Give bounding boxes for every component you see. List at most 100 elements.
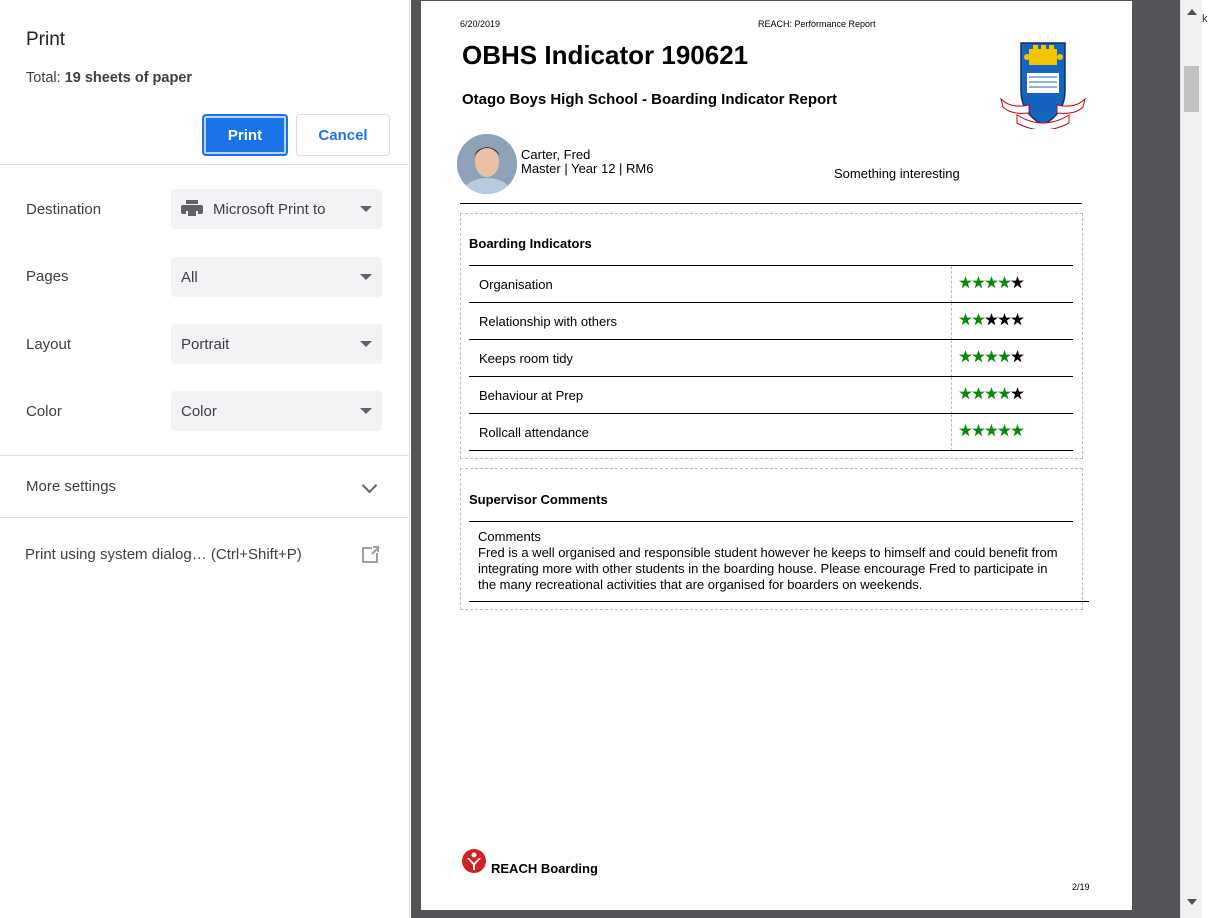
student-name: Carter, Fred	[521, 147, 591, 162]
dropdown-caret-icon	[360, 206, 372, 212]
preview-scrollbar[interactable]	[1180, 0, 1202, 918]
student-note: Something interesting	[834, 166, 960, 181]
star-filled-icon	[998, 387, 1011, 400]
print-settings-panel: Print Total: 19 sheets of paper Print Ca…	[0, 0, 410, 918]
indicator-row: Relationship with others	[469, 302, 1073, 340]
divider	[0, 517, 410, 518]
reach-logo-icon	[462, 849, 486, 873]
footer-brand: REACH Boarding	[491, 861, 598, 876]
star-filled-icon	[985, 276, 998, 289]
color-label: Color	[26, 403, 62, 420]
layout-select[interactable]: Portrait	[171, 324, 382, 364]
printer-icon	[181, 200, 203, 218]
indicator-row: Organisation	[469, 265, 1073, 303]
destination-value: Microsoft Print to	[213, 200, 326, 218]
dialog-title: Print	[26, 29, 66, 50]
star-filled-icon	[972, 387, 985, 400]
star-empty-icon	[985, 313, 998, 326]
star-empty-icon	[998, 313, 1011, 326]
comments-label: Comments	[478, 529, 541, 544]
star-rating	[959, 276, 1024, 290]
star-filled-icon	[998, 276, 1011, 289]
report-subtitle: Otago Boys High School - Boarding Indica…	[462, 91, 838, 108]
indicator-label: Behaviour at Prep	[479, 388, 584, 403]
open-external-icon[interactable]	[362, 545, 380, 563]
student-info: Master | Year 12 | RM6	[521, 161, 654, 176]
indicator-row: Keeps room tidy	[469, 339, 1073, 377]
star-filled-icon	[959, 350, 972, 363]
star-rating	[959, 387, 1024, 401]
star-filled-icon	[985, 424, 998, 437]
report-date: 6/20/2019	[460, 19, 501, 29]
star-empty-icon	[1011, 350, 1024, 363]
star-filled-icon	[959, 313, 972, 326]
school-crest-logo	[1000, 42, 1086, 129]
indicator-label: Rollcall attendance	[479, 425, 589, 440]
star-filled-icon	[985, 350, 998, 363]
indicator-label: Organisation	[479, 277, 553, 292]
color-value: Color	[181, 402, 217, 420]
total-label: Total:	[26, 70, 61, 86]
star-filled-icon	[972, 424, 985, 437]
indicator-row: Rollcall attendance	[469, 413, 1073, 451]
indicators-bottom-rule	[469, 450, 1073, 451]
star-filled-icon	[985, 387, 998, 400]
star-filled-icon	[998, 424, 1011, 437]
scroll-thumb[interactable]	[1184, 66, 1199, 112]
color-select[interactable]: Color	[171, 391, 382, 431]
star-filled-icon	[1011, 424, 1024, 437]
layout-value: Portrait	[181, 335, 230, 353]
page-number: 2/19	[1072, 882, 1090, 892]
dropdown-caret-icon	[360, 408, 372, 414]
system-dialog-link[interactable]: Print using system dialog… (Ctrl+Shift+P…	[25, 546, 302, 563]
column-separator	[951, 377, 952, 414]
star-filled-icon	[972, 313, 985, 326]
report-title: OBHS Indicator 190621	[462, 40, 749, 70]
column-separator	[951, 414, 952, 451]
column-separator	[951, 340, 952, 377]
indicator-row: Behaviour at Prep	[469, 376, 1073, 414]
more-settings-toggle[interactable]: More settings	[26, 478, 116, 495]
star-empty-icon	[1011, 387, 1024, 400]
scroll-up-icon[interactable]	[1187, 9, 1197, 15]
pages-select[interactable]: All	[171, 257, 382, 297]
star-rating	[959, 350, 1024, 364]
student-avatar	[457, 134, 517, 194]
star-empty-icon	[1011, 276, 1024, 289]
column-separator	[951, 266, 952, 303]
preview-page: 6/20/2019 REACH: Performance Report OBHS…	[421, 1, 1132, 910]
divider	[0, 455, 410, 456]
dropdown-caret-icon	[360, 274, 372, 280]
column-separator	[951, 303, 952, 340]
print-preview: 6/20/2019 REACH: Performance Report OBHS…	[411, 0, 1180, 918]
comments-title: Supervisor Comments	[469, 492, 608, 507]
star-filled-icon	[959, 387, 972, 400]
comments-bottom-rule	[469, 601, 1089, 602]
chevron-down-icon[interactable]	[361, 477, 378, 494]
header-rule	[460, 203, 1082, 204]
cancel-button[interactable]: Cancel	[296, 114, 390, 156]
star-filled-icon	[972, 350, 985, 363]
total-value: 19 sheets of paper	[64, 70, 193, 86]
layout-label: Layout	[26, 336, 72, 353]
destination-label: Destination	[26, 201, 102, 218]
background-window-edge: k	[1202, 0, 1208, 918]
comments-text: Fred is a well organised and responsible…	[478, 545, 1058, 592]
report-header-title: REACH: Performance Report	[758, 19, 876, 29]
edge-text: k	[1202, 13, 1208, 25]
pages-value: All	[181, 268, 198, 286]
indicator-label: Keeps room tidy	[479, 351, 573, 366]
star-filled-icon	[972, 276, 985, 289]
scroll-down-icon[interactable]	[1187, 899, 1197, 905]
indicators-title: Boarding Indicators	[469, 236, 592, 251]
star-rating	[959, 313, 1024, 327]
star-filled-icon	[998, 350, 1011, 363]
pages-label: Pages	[26, 268, 69, 285]
print-button[interactable]: Print	[202, 114, 288, 156]
star-filled-icon	[959, 424, 972, 437]
star-empty-icon	[1011, 313, 1024, 326]
destination-select[interactable]: Microsoft Print to	[171, 189, 382, 229]
indicator-label: Relationship with others	[479, 314, 618, 329]
total-sheets: Total: 19 sheets of paper	[26, 70, 192, 86]
dropdown-caret-icon	[360, 341, 372, 347]
